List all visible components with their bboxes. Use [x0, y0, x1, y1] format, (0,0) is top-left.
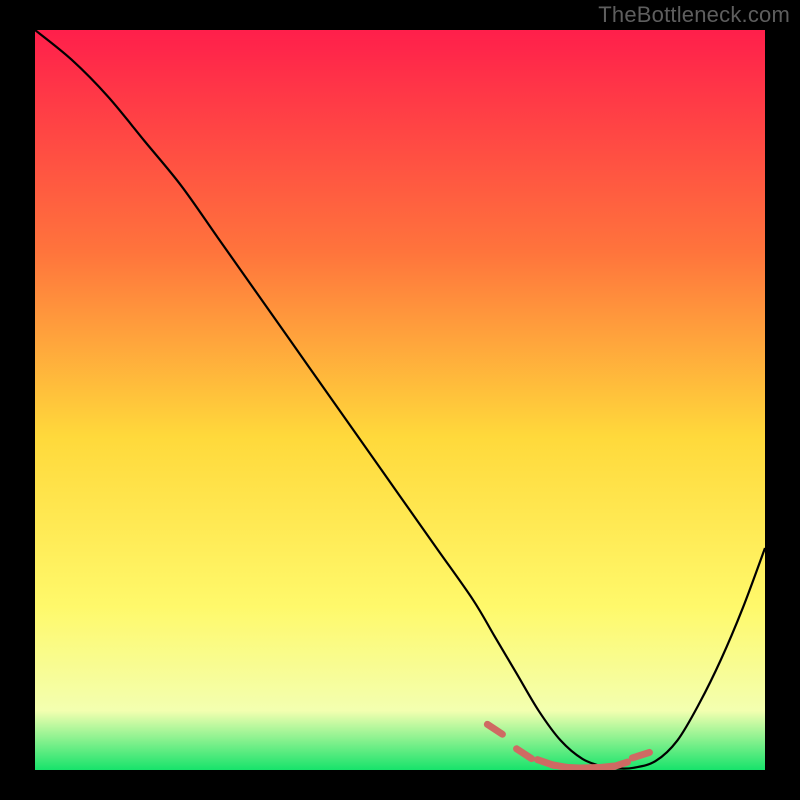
chart-svg [35, 30, 765, 770]
watermark-text: TheBottleneck.com [598, 2, 790, 28]
bottleneck-chart [35, 30, 765, 770]
chart-frame: TheBottleneck.com [0, 0, 800, 800]
